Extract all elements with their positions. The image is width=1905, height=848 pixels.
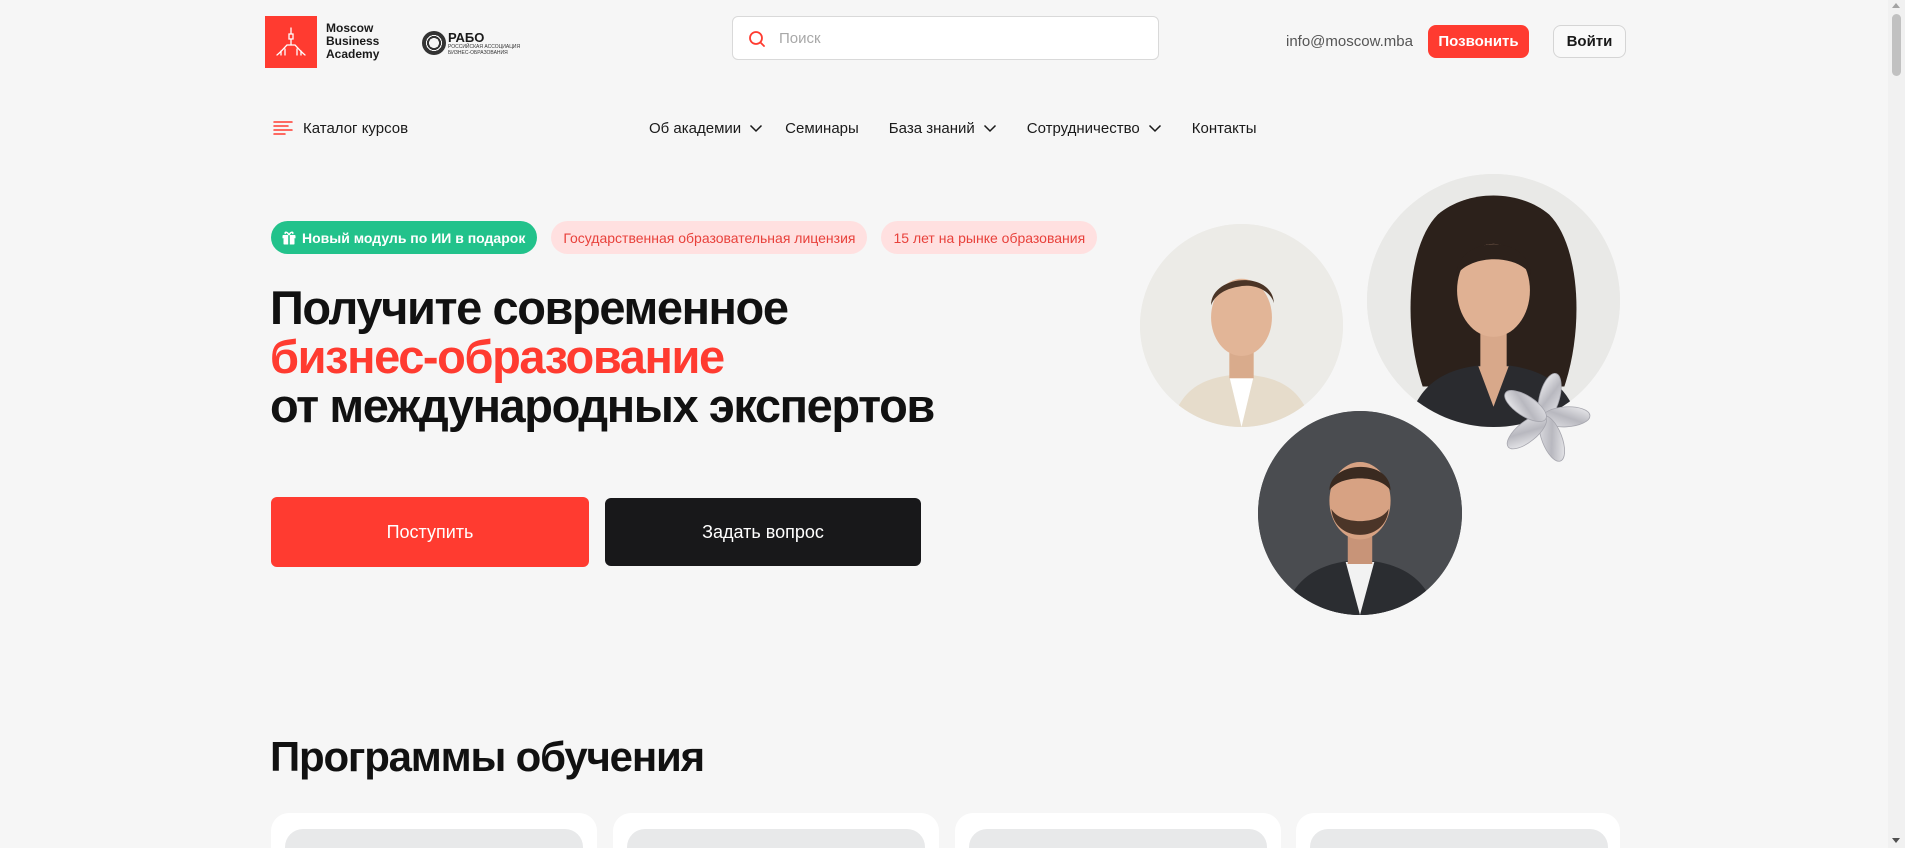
search-input[interactable] — [779, 17, 1149, 59]
page-scrollbar[interactable] — [1888, 0, 1905, 848]
site-header: Moscow Business Academy РАБО РОССИЙСКАЯ … — [0, 0, 1888, 84]
login-button[interactable]: Войти — [1553, 25, 1626, 58]
academy-logo-icon[interactable] — [265, 16, 317, 68]
call-button[interactable]: Позвонить — [1428, 25, 1529, 58]
hero-badges: Новый модуль по ИИ в подарок Государстве… — [271, 221, 1098, 254]
rabo-subtitle-line-2: БИЗНЕС-ОБРАЗОВАНИЯ — [448, 50, 508, 56]
hero-title-line-3: от международных экспертов — [270, 379, 935, 432]
search-box[interactable] — [732, 16, 1159, 60]
academy-logo-text[interactable]: Moscow Business Academy — [326, 22, 396, 61]
program-card-image — [969, 829, 1267, 848]
scrollbar-thumb[interactable] — [1892, 14, 1901, 76]
nav-item-knowledge-base[interactable]: База знаний — [889, 120, 997, 137]
expert-photo-man-light-jacket — [1140, 224, 1343, 427]
nav-item-label: Семинары — [785, 119, 859, 137]
program-card[interactable] — [955, 813, 1281, 848]
chevron-down-icon — [1148, 124, 1161, 132]
expert-photo-bearded-man — [1258, 411, 1462, 615]
apply-button[interactable]: Поступить — [271, 497, 589, 567]
nav-item-cooperation[interactable]: Сотрудничество — [1027, 120, 1162, 137]
catalog-label: Каталог курсов — [303, 119, 409, 137]
program-card[interactable] — [613, 813, 939, 848]
hero-title-line-1: Получите современное — [270, 281, 789, 334]
nav-item-label: Сотрудничество — [1026, 119, 1140, 137]
chevron-down-icon — [750, 124, 763, 132]
rabo-title: РАБО — [448, 30, 485, 45]
rabo-emblem-icon — [422, 31, 446, 55]
logo-line-3: Academy — [326, 47, 380, 61]
search-icon[interactable] — [747, 29, 767, 49]
nav-item-label: Контакты — [1191, 119, 1257, 137]
nav-item-label: Об академии — [649, 119, 742, 137]
menu-lines-icon — [273, 121, 293, 135]
program-card-image — [1310, 829, 1608, 848]
years-badge: 15 лет на рынке образования — [881, 221, 1098, 254]
chevron-down-icon — [983, 124, 996, 132]
promo-badge[interactable]: Новый модуль по ИИ в подарок — [271, 221, 538, 254]
catalog-menu-button[interactable]: Каталог курсов — [273, 118, 408, 138]
promo-badge-label: Новый модуль по ИИ в подарок — [302, 229, 526, 246]
nav-item-label: База знаний — [888, 119, 975, 137]
kremlin-tower-icon — [276, 27, 306, 56]
program-card-image — [627, 829, 925, 848]
main-nav: Об академии Семинары База знаний Сотрудн… — [649, 117, 1257, 139]
gift-icon — [282, 231, 296, 244]
contact-email-link[interactable]: info@moscow.mba — [1286, 33, 1413, 50]
hero-title: Получите современное бизнес-образование … — [270, 281, 935, 432]
rabo-partner-logo[interactable]: РАБО РОССИЙСКАЯ АССОЦИАЦИЯ БИЗНЕС-ОБРАЗО… — [422, 28, 522, 58]
rabo-subtitle: РОССИЙСКАЯ АССОЦИАЦИЯ БИЗНЕС-ОБРАЗОВАНИЯ — [448, 44, 528, 56]
license-badge: Государственная образовательная лицензия — [551, 221, 868, 254]
nav-item-about[interactable]: Об академии — [649, 120, 763, 137]
nav-item-seminars[interactable]: Семинары — [785, 120, 859, 137]
hero-title-accent: бизнес-образование — [270, 330, 725, 383]
programs-section-title: Программы обучения — [270, 733, 705, 780]
nav-item-contacts[interactable]: Контакты — [1192, 120, 1257, 137]
scroll-up-arrow-icon[interactable] — [1892, 3, 1900, 8]
program-card-image — [285, 829, 583, 848]
scroll-down-arrow-icon[interactable] — [1892, 838, 1900, 843]
ask-question-button[interactable]: Задать вопрос — [605, 498, 921, 566]
program-card[interactable] — [1296, 813, 1620, 848]
program-card[interactable] — [271, 813, 597, 848]
decorative-star-icon — [1504, 373, 1591, 462]
